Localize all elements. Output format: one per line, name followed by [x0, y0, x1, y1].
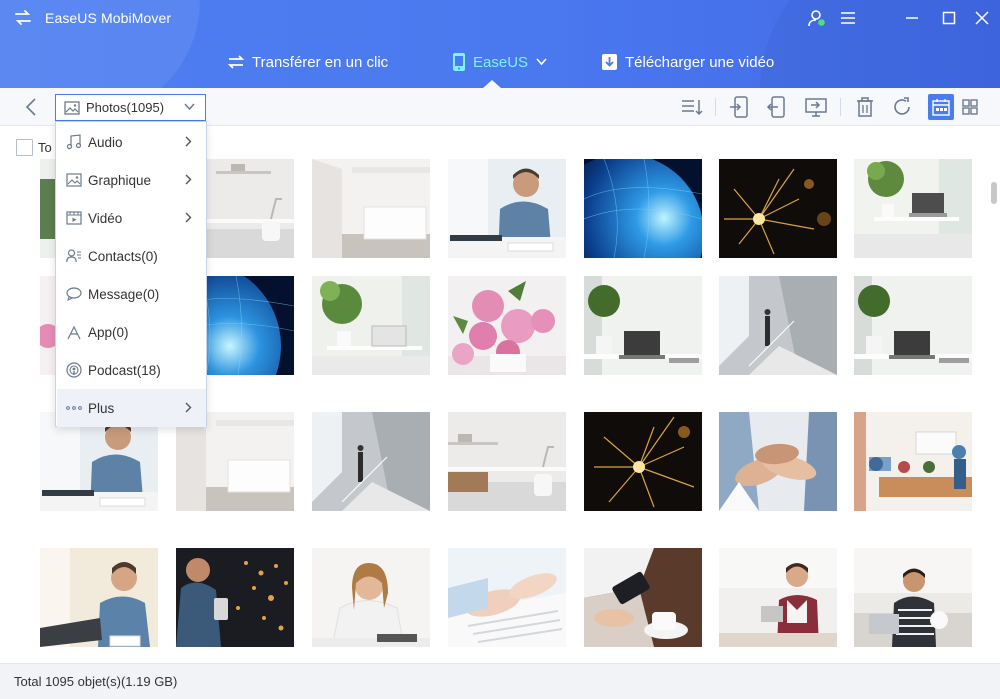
transfer-arrows-icon [227, 55, 245, 69]
menu-item-label: Vidéo [88, 210, 123, 226]
chevron-right-icon [185, 212, 192, 223]
photo-thumbnail[interactable] [854, 159, 972, 258]
tab-download-label: Télécharger une vidéo [625, 53, 775, 71]
photo-thumbnail[interactable] [448, 159, 566, 258]
photo-thumbnail[interactable] [312, 412, 430, 511]
import-icon[interactable] [763, 94, 789, 120]
photo-thumbnail[interactable] [40, 276, 55, 375]
photo-thumbnail[interactable] [584, 548, 702, 647]
active-tab-pointer [483, 80, 501, 88]
photo-thumbnail[interactable] [584, 412, 702, 511]
chevron-right-icon [185, 174, 192, 185]
app-window: EaseUS MobiMover Transférer en un clic E… [0, 0, 1000, 699]
photo-thumbnail[interactable] [854, 548, 972, 647]
menu-item-plus[interactable]: Plus [57, 389, 206, 427]
photo-thumbnail[interactable] [448, 548, 566, 647]
photo-thumbnail[interactable] [312, 276, 430, 375]
menu-item-label: App(0) [88, 324, 129, 340]
photo-thumbnail[interactable] [719, 276, 837, 375]
maximize-icon[interactable] [938, 7, 960, 29]
photo-thumbnail[interactable] [719, 159, 837, 258]
music-note-icon [66, 134, 82, 150]
calendar-view-icon[interactable] [928, 94, 954, 120]
photo-thumbnail[interactable] [40, 548, 158, 647]
photo-thumbnail[interactable] [40, 159, 55, 258]
export-to-pc-icon[interactable] [803, 94, 829, 120]
photo-thumbnail[interactable] [312, 159, 430, 258]
photo-thumbnail[interactable] [854, 412, 972, 511]
menu-item-contacts[interactable]: Contacts(0) [57, 237, 206, 275]
photo-thumbnail[interactable] [719, 548, 837, 647]
close-icon[interactable] [971, 7, 993, 29]
menu-icon[interactable] [837, 7, 859, 29]
grid-view-icon[interactable] [957, 94, 983, 120]
tab-transfer-label: Transférer en un clic [252, 53, 389, 71]
menu-item-label: Plus [88, 400, 115, 416]
download-icon [602, 54, 617, 70]
select-all[interactable]: To [16, 139, 52, 156]
photo-thumbnail[interactable] [854, 276, 972, 375]
menu-item-label: Podcast(18) [88, 362, 161, 378]
image-icon [66, 173, 82, 187]
podcast-icon [66, 362, 82, 378]
photo-thumbnail[interactable] [312, 548, 430, 647]
more-icon [66, 406, 82, 410]
image-icon [64, 100, 80, 115]
menu-item-label: Message(0) [88, 286, 160, 302]
category-dropdown-menu: Audio Graphique Vidéo Contacts(0) Messag… [55, 121, 207, 427]
menu-item-message[interactable]: Message(0) [57, 275, 206, 313]
scrollbar-thumb[interactable] [991, 182, 997, 204]
export-to-device-icon[interactable] [726, 94, 752, 120]
phone-icon [453, 53, 465, 71]
chevron-down-icon [536, 58, 547, 66]
menu-item-audio[interactable]: Audio [57, 123, 206, 161]
tab-device[interactable]: EaseUS [452, 50, 547, 74]
category-label: Photos(1095) [86, 100, 165, 115]
refresh-icon[interactable] [889, 94, 915, 120]
status-text: Total 1095 objet(s)(1.19 GB) [14, 674, 178, 689]
photo-thumbnail[interactable] [176, 548, 294, 647]
chevron-right-icon [185, 402, 192, 413]
menu-item-app[interactable]: App(0) [57, 313, 206, 351]
tab-device-label: EaseUS [473, 53, 529, 71]
select-all-label: To [38, 140, 52, 155]
tab-transfer[interactable]: Transférer en un clic [227, 50, 388, 74]
select-all-checkbox[interactable] [16, 139, 33, 156]
title-bar: EaseUS MobiMover Transférer en un clic E… [0, 0, 1000, 88]
category-select[interactable]: Photos(1095) [55, 94, 206, 121]
tab-download-video[interactable]: Télécharger une vidéo [601, 50, 774, 74]
menu-item-video[interactable]: Vidéo [57, 199, 206, 237]
photo-thumbnail[interactable] [584, 276, 702, 375]
menu-item-graphique[interactable]: Graphique [57, 161, 206, 199]
menu-item-label: Contacts(0) [88, 248, 158, 264]
chevron-down-icon [184, 103, 195, 111]
message-icon [66, 287, 82, 301]
minimize-icon[interactable] [901, 7, 923, 29]
photo-thumbnail[interactable] [448, 412, 566, 511]
account-icon[interactable] [806, 7, 828, 29]
transfer-arrows-icon [15, 10, 31, 25]
photo-thumbnail[interactable] [719, 412, 837, 511]
chevron-right-icon [185, 136, 192, 147]
contacts-icon [66, 249, 81, 263]
back-icon[interactable] [18, 94, 44, 120]
app-icon [67, 325, 81, 339]
app-title: EaseUS MobiMover [45, 10, 172, 26]
photo-thumbnail[interactable] [448, 276, 566, 375]
delete-icon[interactable] [852, 94, 878, 120]
menu-item-label: Audio [88, 134, 123, 150]
menu-item-podcast[interactable]: Podcast(18) [57, 351, 206, 389]
photo-thumbnail[interactable] [584, 159, 702, 258]
sort-icon[interactable] [679, 94, 705, 120]
scrollbar-track[interactable] [988, 127, 1000, 663]
status-bar: Total 1095 objet(s)(1.19 GB) [0, 663, 1000, 699]
menu-item-label: Graphique [88, 172, 152, 188]
video-icon [66, 211, 82, 225]
